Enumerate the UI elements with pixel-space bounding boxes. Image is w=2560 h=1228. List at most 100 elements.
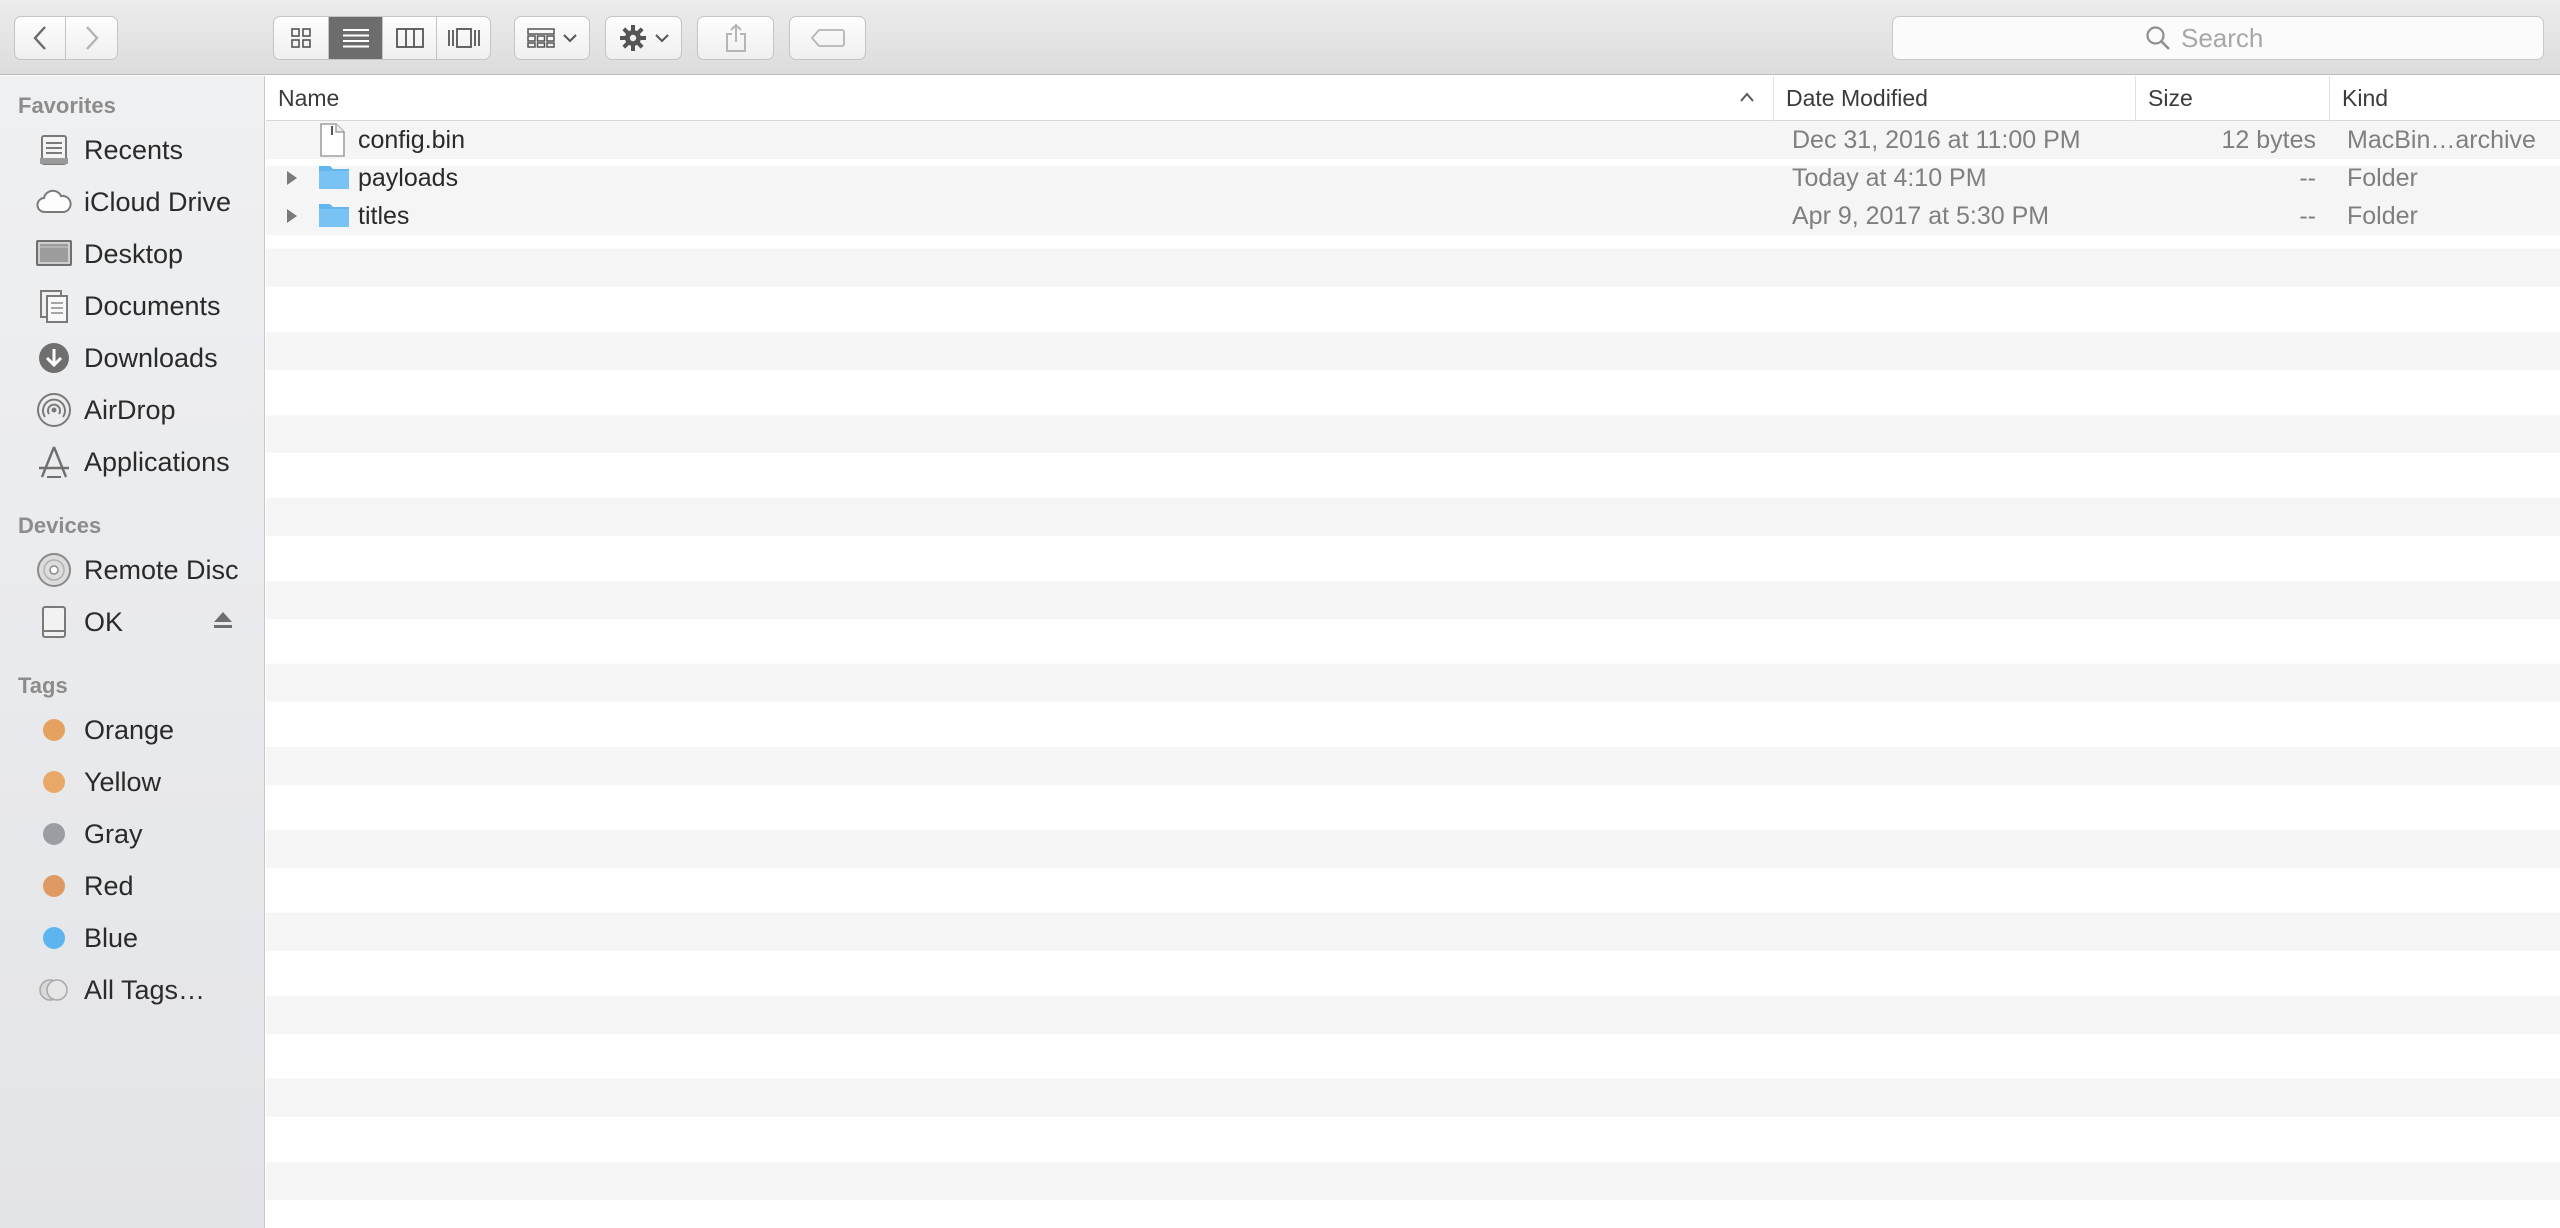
sidebar-item-all-tags[interactable]: All Tags… — [0, 968, 264, 1012]
nav-buttons — [14, 16, 118, 60]
file-size: -- — [2299, 164, 2316, 192]
column-header-row: Name Date Modified Size Kind — [266, 76, 2560, 121]
sidebar-item-desktop[interactable]: Desktop — [0, 232, 264, 276]
share-button[interactable] — [697, 16, 774, 60]
sidebar-item-label: OK — [84, 606, 124, 637]
sidebar-item-label: Yellow — [84, 766, 162, 797]
sidebar-item-label: Red — [84, 870, 134, 901]
search-input[interactable] — [2181, 22, 2291, 54]
file-date: Apr 9, 2017 at 5:30 PM — [1792, 202, 2050, 230]
cloud-icon — [35, 183, 73, 221]
tag-color-dot — [43, 927, 65, 949]
action-button[interactable] — [605, 16, 682, 60]
file-name: titles — [358, 202, 410, 230]
back-button[interactable] — [15, 17, 66, 59]
view-mode-control — [273, 16, 491, 60]
sidebar: Favorites Recents iCloud Drive Desktop D… — [0, 76, 265, 1228]
list-view-icon — [342, 29, 369, 48]
sidebar-item-ok[interactable]: OK — [0, 600, 264, 644]
sidebar-item-label: Remote Disc — [84, 554, 239, 585]
toolbar — [0, 0, 2560, 75]
sidebar-item-airdrop[interactable]: AirDrop — [0, 388, 264, 432]
sidebar-item-downloads[interactable]: Downloads — [0, 336, 264, 380]
arrange-button[interactable] — [514, 16, 590, 60]
sidebar-item-label: Gray — [84, 818, 143, 849]
file-name: payloads — [358, 164, 459, 192]
share-icon — [725, 23, 746, 52]
sort-ascending-icon — [1740, 92, 1754, 102]
file-name: config.bin — [358, 126, 466, 154]
sidebar-item-documents[interactable]: Documents — [0, 284, 264, 328]
column-header-date-modified[interactable]: Date Modified — [1774, 76, 2136, 121]
forward-button[interactable] — [66, 17, 117, 59]
sidebar-item-remote-disc[interactable]: Remote Disc — [0, 548, 264, 592]
coverflow-view-button[interactable] — [437, 17, 490, 59]
column-header-size[interactable]: Size — [2136, 76, 2330, 121]
all-tags-icon — [35, 971, 73, 1009]
sidebar-item-icloud-drive[interactable]: iCloud Drive — [0, 180, 264, 224]
sidebar-item-tag-red[interactable]: Red — [0, 864, 264, 908]
arrange-grid-icon — [527, 28, 555, 48]
chevron-left-icon — [33, 26, 46, 50]
gear-icon — [619, 25, 646, 51]
tag-color-dot — [43, 875, 65, 897]
airdrop-icon — [35, 391, 73, 429]
sidebar-item-label: Documents — [84, 290, 221, 321]
eject-icon — [214, 611, 232, 628]
column-header-kind[interactable]: Kind — [2330, 76, 2560, 121]
search-field[interactable] — [1892, 16, 2544, 60]
sidebar-item-label: Recents — [84, 134, 184, 165]
sidebar-item-tag-yellow[interactable]: Yellow — [0, 760, 264, 804]
file-date: Today at 4:10 PM — [1792, 164, 1987, 192]
search-icon — [2146, 26, 2170, 50]
sidebar-item-label: Orange — [84, 714, 175, 745]
sidebar-item-label: AirDrop — [84, 394, 176, 425]
sidebar-item-label: All Tags… — [84, 974, 206, 1005]
chevron-right-icon — [85, 26, 99, 50]
column-header-name[interactable]: Name — [266, 76, 1774, 121]
tag-color-dot — [43, 771, 65, 793]
tag-color-dot — [43, 719, 65, 741]
disclosure-triangle-icon[interactable] — [282, 168, 302, 188]
sidebar-item-applications[interactable]: Applications — [0, 440, 264, 484]
icon-view-button[interactable] — [274, 17, 329, 59]
file-size: -- — [2299, 202, 2316, 230]
chevron-down-icon — [654, 34, 669, 43]
sidebar-item-tag-gray[interactable]: Gray — [0, 812, 264, 856]
file-list: Name Date Modified Size Kind config.bin … — [266, 76, 2560, 1228]
tag-button[interactable] — [789, 16, 866, 60]
file-row[interactable]: payloads Today at 4:10 PM -- Folder — [266, 159, 2560, 197]
list-view-button[interactable] — [329, 17, 383, 59]
favorites-heading: Favorites — [18, 93, 116, 118]
column-view-icon — [395, 28, 424, 48]
file-row[interactable]: titles Apr 9, 2017 at 5:30 PM -- Folder — [266, 197, 2560, 235]
recents-icon — [35, 131, 73, 169]
tag-icon — [810, 29, 845, 47]
sidebar-item-label: Blue — [84, 922, 139, 953]
file-kind: Folder — [2347, 164, 2418, 192]
column-view-button[interactable] — [383, 17, 437, 59]
applications-icon — [35, 443, 73, 481]
sidebar-item-tag-blue[interactable]: Blue — [0, 916, 264, 960]
downloads-icon — [35, 339, 73, 377]
sidebar-item-recents[interactable]: Recents — [0, 128, 264, 172]
sidebar-item-label: Applications — [84, 446, 230, 477]
icon-view-icon — [291, 28, 311, 48]
tag-color-dot — [43, 823, 65, 845]
desktop-icon — [35, 235, 73, 273]
file-row[interactable]: config.bin Dec 31, 2016 at 11:00 PM 12 b… — [266, 121, 2560, 159]
sidebar-item-label: Downloads — [84, 342, 218, 373]
disc-icon — [35, 551, 73, 589]
sidebar-item-tag-orange[interactable]: Orange — [0, 708, 264, 752]
sidebar-item-label: Desktop — [84, 238, 184, 269]
coverflow-view-icon — [447, 28, 480, 48]
eject-button[interactable] — [212, 610, 234, 635]
file-kind: Folder — [2347, 202, 2418, 230]
disclosure-triangle-icon[interactable] — [282, 206, 302, 226]
file-date: Dec 31, 2016 at 11:00 PM — [1792, 126, 2081, 154]
folder-icon — [319, 204, 349, 227]
chevron-down-icon — [563, 34, 577, 43]
devices-heading: Devices — [18, 513, 102, 538]
documents-icon — [35, 287, 73, 325]
file-size: 12 bytes — [2221, 126, 2316, 154]
